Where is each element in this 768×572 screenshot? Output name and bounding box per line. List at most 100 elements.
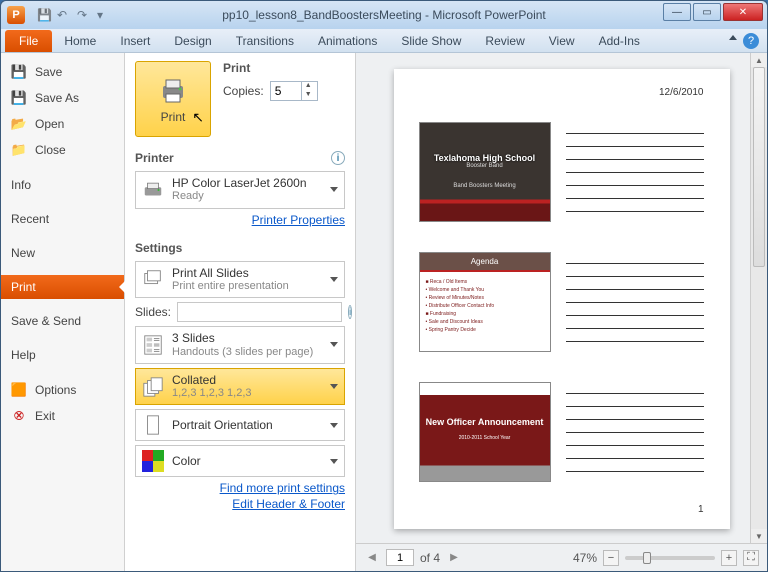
slide-thumb-2: Agenda ■ Reca / Old Items • Welcome and … — [420, 253, 550, 351]
app-window: P 💾 ↶ ↷ ▾ pp10_lesson8_BandBoostersMeeti… — [0, 0, 768, 572]
slides-label: Slides: — [135, 305, 171, 319]
nav-save-send[interactable]: Save & Send — [1, 309, 124, 333]
printer-device-icon — [142, 179, 164, 201]
settings-heading: Settings — [135, 241, 182, 255]
preview-statusbar: ◀ of 4 ▶ 47% − + ⛶ — [356, 543, 767, 571]
scroll-thumb[interactable] — [753, 67, 765, 267]
nav-new[interactable]: New — [1, 241, 124, 265]
preview-page: 12/6/2010 1 Texlahoma High School Booste… — [394, 69, 730, 529]
color-icon — [142, 450, 164, 472]
nav-save-as[interactable]: 💾Save As — [1, 85, 124, 111]
nav-help[interactable]: Help — [1, 343, 124, 367]
save-as-icon: 💾 — [11, 90, 27, 106]
slides-stack-icon — [142, 268, 164, 290]
chevron-down-icon — [330, 342, 338, 347]
tab-slideshow[interactable]: Slide Show — [389, 30, 473, 52]
tab-view[interactable]: View — [537, 30, 587, 52]
collate-dropdown[interactable]: Collated1,2,3 1,2,3 1,2,3 — [135, 368, 345, 406]
collate-icon — [142, 376, 164, 398]
app-icon: P — [7, 6, 25, 24]
tab-animations[interactable]: Animations — [306, 30, 389, 52]
nav-save[interactable]: 💾Save — [1, 59, 124, 85]
chevron-down-icon — [330, 187, 338, 192]
orientation-dropdown[interactable]: Portrait Orientation — [135, 409, 345, 441]
note-lines — [566, 263, 704, 342]
chevron-down-icon — [330, 423, 338, 428]
slide-thumb-3: New Officer Announcement 2010-2011 Schoo… — [420, 383, 550, 481]
tab-file[interactable]: File — [5, 30, 52, 52]
note-lines — [566, 393, 704, 472]
backstage-nav: 💾Save 💾Save As 📂Open 📁Close Info Recent … — [1, 53, 125, 571]
slides-input[interactable] — [177, 302, 342, 322]
color-dropdown[interactable]: Color — [135, 445, 345, 477]
close-folder-icon: 📁 — [11, 142, 27, 158]
minimize-button[interactable]: — — [663, 3, 691, 21]
print-range-dropdown[interactable]: Print All SlidesPrint entire presentatio… — [135, 261, 345, 299]
printer-icon — [157, 74, 189, 106]
spin-up-icon[interactable]: ▲ — [302, 82, 315, 91]
handout-3-icon — [142, 334, 164, 356]
print-button-label: Print — [161, 110, 186, 124]
find-more-settings-link[interactable]: Find more print settings — [135, 481, 345, 495]
print-button[interactable]: Print ↖ — [135, 61, 211, 137]
vertical-scrollbar[interactable]: ▲ ▼ — [750, 53, 767, 543]
printer-properties-link[interactable]: Printer Properties — [135, 213, 345, 227]
nav-info[interactable]: Info — [1, 173, 124, 197]
spin-down-icon[interactable]: ▼ — [302, 91, 315, 100]
tab-transitions[interactable]: Transitions — [224, 30, 306, 52]
tab-review[interactable]: Review — [473, 30, 536, 52]
close-button[interactable]: ✕ — [723, 3, 763, 21]
cursor-icon: ↖ — [192, 109, 204, 126]
ribbon-tabs: File Home Insert Design Transitions Anim… — [1, 29, 767, 53]
quick-access-toolbar: 💾 ↶ ↷ ▾ — [37, 8, 111, 22]
titlebar: P 💾 ↶ ↷ ▾ pp10_lesson8_BandBoostersMeeti… — [1, 1, 767, 29]
tab-home[interactable]: Home — [52, 30, 108, 52]
fit-to-window-button[interactable]: ⛶ — [743, 550, 759, 566]
layout-dropdown[interactable]: 3 SlidesHandouts (3 slides per page) — [135, 326, 345, 364]
tab-addins[interactable]: Add-Ins — [587, 30, 652, 52]
copies-input[interactable] — [271, 83, 301, 99]
chevron-down-icon — [330, 384, 338, 389]
print-preview: 12/6/2010 1 Texlahoma High School Booste… — [355, 53, 767, 571]
nav-close[interactable]: 📁Close — [1, 137, 124, 163]
printer-dropdown[interactable]: HP Color LaserJet 2600nReady — [135, 171, 345, 209]
nav-open[interactable]: 📂Open — [1, 111, 124, 137]
copies-label: Copies: — [223, 84, 264, 98]
minimize-ribbon-icon[interactable] — [729, 35, 737, 40]
undo-icon[interactable]: ↶ — [57, 8, 71, 22]
window-title: pp10_lesson8_BandBoostersMeeting - Micro… — [222, 8, 546, 22]
zoom-slider[interactable] — [625, 556, 715, 560]
save-icon: 💾 — [11, 64, 27, 80]
options-icon: 🟧 — [11, 382, 27, 398]
page-number: 1 — [698, 504, 704, 515]
nav-exit[interactable]: ⮿Exit — [1, 403, 124, 429]
nav-options[interactable]: 🟧Options — [1, 377, 124, 403]
qat-more-icon[interactable]: ▾ — [97, 8, 111, 22]
info-icon[interactable]: i — [331, 151, 345, 165]
next-page-button[interactable]: ▶ — [446, 550, 462, 566]
scroll-down-icon[interactable]: ▼ — [751, 529, 767, 543]
nav-recent[interactable]: Recent — [1, 207, 124, 231]
page-input[interactable] — [386, 549, 414, 566]
zoom-out-button[interactable]: − — [603, 550, 619, 566]
info-icon[interactable]: i — [348, 305, 352, 319]
exit-icon: ⮿ — [11, 408, 27, 424]
copies-spinner[interactable]: ▲▼ — [270, 81, 318, 101]
portrait-icon — [142, 414, 164, 436]
edit-header-footer-link[interactable]: Edit Header & Footer — [135, 497, 345, 511]
nav-print[interactable]: Print — [1, 275, 124, 299]
scroll-up-icon[interactable]: ▲ — [751, 53, 767, 67]
open-icon: 📂 — [11, 116, 27, 132]
zoom-slider-thumb[interactable] — [643, 552, 651, 564]
zoom-in-button[interactable]: + — [721, 550, 737, 566]
note-lines — [566, 133, 704, 212]
help-icon[interactable]: ? — [743, 33, 759, 49]
tab-insert[interactable]: Insert — [108, 30, 162, 52]
redo-icon[interactable]: ↷ — [77, 8, 91, 22]
chevron-down-icon — [330, 277, 338, 282]
prev-page-button[interactable]: ◀ — [364, 550, 380, 566]
tab-design[interactable]: Design — [162, 30, 223, 52]
print-heading: Print — [223, 61, 318, 75]
maximize-button[interactable]: ▭ — [693, 3, 721, 21]
save-icon[interactable]: 💾 — [37, 8, 51, 22]
